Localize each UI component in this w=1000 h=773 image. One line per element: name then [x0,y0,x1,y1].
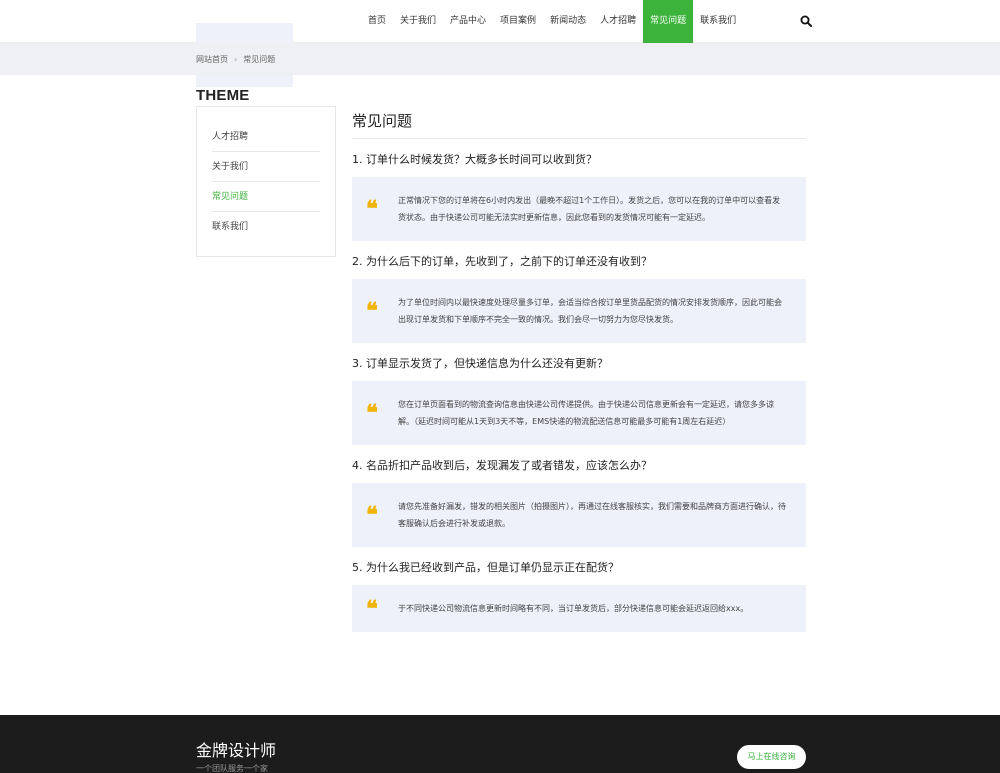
sidebar-item-contact[interactable]: 联系我们 [212,212,320,242]
quote-icon: ❝ [366,196,378,222]
sidebar-item-jobs[interactable]: 人才招聘 [212,122,320,152]
faq-question: 5. 为什么我已经收到产品，但是订单仍显示正在配货？ [352,561,619,574]
faq-answer-text: 请您先准备好漏发，错发的相关图片（拍摄图片），再通过在线客服核实，我们需要和品牌… [398,502,786,528]
faq-question: 1. 订单什么时候发货？大概多长时间可以收到货？ [352,153,597,166]
footer-title: 金牌设计师 [196,741,277,760]
faq-question: 4. 名品折扣产品收到后，发现漏发了或者错发，应该怎么办？ [352,459,652,472]
breadcrumb-current: 常见问题 [243,55,276,64]
faq-answer: ❝ 正常情况下您的订单将在6小时内发出（最晚不超过1个工作日）。发货之后，您可以… [352,177,806,241]
breadcrumb-separator: › [234,55,238,64]
main-content: 常见问题 1. 订单什么时候发货？大概多长时间可以收到货？ ❝ 正常情况下您的订… [352,106,806,632]
nav-item-about[interactable]: 关于我们 [393,0,443,43]
footer-subtitle: 一个团队服务一个家 [196,764,268,773]
quote-icon: ❝ [366,595,378,622]
faq-answer-text: 为了单位时间内以最快速度处理尽量多订单，会适当综合按订单里货品配货的情况安排发货… [398,298,782,324]
breadcrumb-home[interactable]: 网站首页 [196,54,228,65]
sidebar: 人才招聘 关于我们 常见问题 联系我们 [196,106,336,257]
faq-question: 2. 为什么后下的订单，先收到了，之前下的订单还没有收到？ [352,255,652,268]
sidebar-item-faq[interactable]: 常见问题 [212,182,320,212]
faq-answer-text: 您在订单页面看到的物流查询信息由快递公司传递提供。由于快递公司信息更新会有一定延… [398,400,774,426]
quote-icon: ❝ [366,400,378,426]
quote-icon: ❝ [366,298,378,324]
nav-item-news[interactable]: 新闻动态 [543,0,593,43]
faq-answer-text: 于不同快递公司物流信息更新时间略有不同，当订单发货后，部分快递信息可能会延迟返回… [398,604,749,613]
nav-item-home[interactable]: 首页 [361,0,393,43]
nav-item-contact[interactable]: 联系我们 [693,0,743,43]
search-icon[interactable] [800,15,812,27]
nav-item-faq[interactable]: 常见问题 [643,0,694,43]
logo-part2: THEME [196,87,250,104]
faq-answer: ❝ 请您先准备好漏发，错发的相关图片（拍摄图片），再通过在线客服核实，我们需要和… [352,483,806,547]
faq-answer: ❝ 为了单位时间内以最快速度处理尽量多订单，会适当综合按订单里货品配货的情况安排… [352,279,806,343]
breadcrumb-band: 网站首页 › 常见问题 [0,43,1000,75]
faq-answer: ❝ 于不同快递公司物流信息更新时间略有不同，当订单发货后，部分快递信息可能会延迟… [352,585,806,632]
site-footer: 金牌设计师 一个团队服务一个家 马上在线咨询 [0,715,1000,773]
page-title: 常见问题 [352,106,806,139]
faq-question: 3. 订单显示发货了，但快递信息为什么还没有更新？ [352,357,608,370]
main-nav: 首页 关于我们 产品中心 项目案例 新闻动态 人才招聘 常见问题 联系我们 [361,0,743,43]
faq-answer: ❝ 您在订单页面看到的物流查询信息由快递公司传递提供。由于快递公司信息更新会有一… [352,381,806,445]
online-consult-button[interactable]: 马上在线咨询 [737,745,806,769]
faq-answer-text: 正常情况下您的订单将在6小时内发出（最晚不超过1个工作日）。发货之后，您可以在我… [398,196,781,222]
quote-icon: ❝ [366,502,378,528]
nav-item-products[interactable]: 产品中心 [443,0,493,43]
site-header: FACADETHEME 首页 关于我们 产品中心 项目案例 新闻动态 人才招聘 … [0,0,1000,104]
sidebar-item-about[interactable]: 关于我们 [212,152,320,182]
nav-item-jobs[interactable]: 人才招聘 [593,0,643,43]
breadcrumb: 网站首页 › 常见问题 [196,54,275,65]
nav-item-cases[interactable]: 项目案例 [493,0,543,43]
